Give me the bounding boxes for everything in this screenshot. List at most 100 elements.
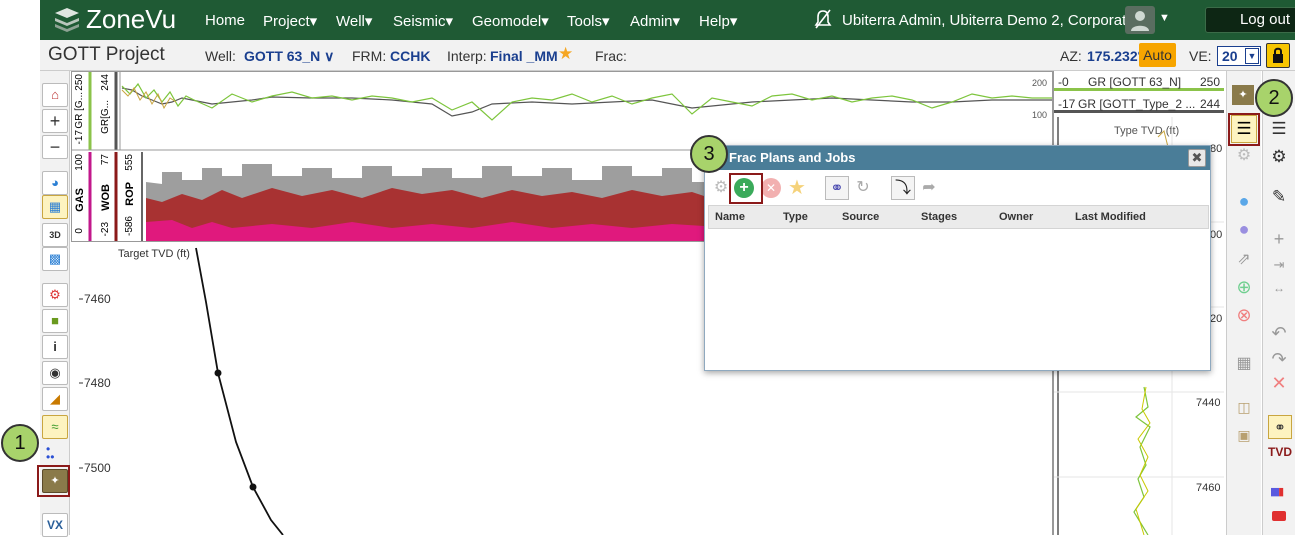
notification-bell-muted-icon[interactable] — [813, 8, 833, 30]
link-icon[interactable]: ⚭ — [1268, 415, 1292, 439]
col-owner[interactable]: Owner — [999, 211, 1033, 223]
color-bars-icon[interactable]: ▮▮▮ — [1270, 485, 1284, 498]
frac-label: Frac: — [595, 48, 627, 64]
frm-value[interactable]: CCHK — [390, 48, 430, 64]
well-label: Well: — [205, 48, 236, 64]
vx-icon[interactable]: VX — [42, 513, 68, 537]
app-logo-text[interactable]: ZoneVu — [86, 4, 176, 35]
home-icon[interactable]: ⌂ — [42, 83, 68, 107]
right-toolbar-secondary: ☰ ⚙ ✎ + ⇥ ↔ ↶ ↷ ✕ ⚭ TVD ▮▮▮ — [1262, 71, 1295, 535]
gr-max-label: 250 — [74, 74, 85, 91]
close-red-icon[interactable]: ✕ — [1266, 373, 1292, 394]
gas-track-label: GAS — [74, 188, 86, 212]
link-frac-icon[interactable]: ⚭ — [825, 176, 849, 200]
avatar[interactable] — [1125, 6, 1155, 34]
col-last-modified[interactable]: Last Modified — [1075, 211, 1146, 223]
favorite-star-icon[interactable]: ★ — [558, 44, 573, 64]
curve-blue-icon[interactable]: ● — [1231, 191, 1257, 212]
gr1-label: GR [GOTT 63_N] — [1088, 75, 1182, 89]
dialog-title[interactable]: Frac Plans and Jobs — [705, 146, 1210, 170]
zoom-out-icon[interactable]: − — [42, 135, 68, 159]
col-type[interactable]: Type — [783, 211, 808, 223]
curve-purple-icon[interactable]: ● — [1231, 219, 1257, 240]
3d-view-icon[interactable]: 3D — [42, 223, 68, 247]
plot-tick-7460: 7460 — [84, 292, 111, 306]
nav-seismic[interactable]: Seismic▾ — [393, 12, 453, 30]
wrench-icon[interactable]: ⚙ — [42, 283, 68, 307]
zonevu-logo-icon[interactable] — [52, 5, 82, 33]
add-green-icon[interactable]: ⊕ — [1231, 277, 1257, 298]
delete-red-icon[interactable]: ⊗ — [1231, 305, 1257, 326]
gr2-max: 244 — [1200, 97, 1221, 111]
split-track-icon[interactable]: ◫ — [1231, 399, 1257, 416]
zoom-in-icon[interactable]: + — [42, 109, 68, 133]
gear-icon[interactable]: ⚙ — [1266, 147, 1292, 167]
nav-admin[interactable]: Admin▾ — [630, 12, 680, 30]
split-icon[interactable]: ⇥ — [1266, 257, 1292, 273]
ve-value: 20 — [1222, 48, 1238, 64]
project-header: GOTT Project Well: GOTT 63_N ∨ FRM: CCHK… — [40, 40, 1295, 71]
well-selector[interactable]: GOTT 63_N ∨ — [244, 48, 334, 65]
nav-help[interactable]: Help▾ — [699, 12, 737, 30]
frac-panel-icon[interactable]: ✦ — [1232, 85, 1254, 105]
nav-project[interactable]: Project▾ — [263, 12, 317, 30]
redo-icon[interactable]: ↷ — [1266, 349, 1292, 370]
export-icon[interactable]: ➦ — [917, 176, 941, 200]
nav-tools[interactable]: Tools▾ — [567, 12, 610, 30]
callout-2: 2 — [1255, 79, 1293, 117]
gr-min-label: -17 — [74, 130, 85, 145]
wob-min-label: -23 — [100, 222, 111, 237]
interp-value[interactable]: Final _MM — [490, 48, 558, 64]
col-source[interactable]: Source — [842, 211, 879, 223]
interp-label: Interp: — [447, 48, 487, 64]
az-label: AZ: — [1060, 48, 1082, 64]
col-name[interactable]: Name — [715, 211, 745, 223]
chevron-down-icon: ▼ — [1245, 48, 1259, 64]
gr-scale-top: 200 — [1032, 78, 1048, 88]
import-icon[interactable]: ⤵ — [891, 176, 915, 200]
az-value: 175.232° — [1087, 48, 1144, 64]
close-icon[interactable]: ✖ — [1188, 149, 1206, 167]
nav-home[interactable]: Home — [205, 12, 245, 29]
user-name: Ubiterra Admin, Ubiterra Demo 2, Corpora… — [842, 12, 1135, 29]
dots-icon[interactable]: • •• — [46, 443, 54, 463]
external-link-icon[interactable]: ⇗ — [1231, 249, 1257, 269]
callout-1: 1 — [1, 424, 39, 462]
gr1-legend: -0 GR [GOTT 63_N] 250 — [1054, 73, 1224, 91]
list-icon[interactable]: ☰ — [1266, 119, 1292, 139]
delete-frac-button[interactable]: ✕ — [761, 178, 781, 198]
refresh-icon[interactable]: ↻ — [851, 176, 875, 200]
settings-gear-icon[interactable]: ⚙ — [1231, 145, 1257, 165]
plot-tick-7500: 7500 — [84, 461, 111, 475]
logout-button[interactable]: Log out — [1205, 7, 1295, 33]
ve-select[interactable]: 20 ▼ — [1217, 46, 1261, 66]
camera-icon[interactable]: ◉ — [42, 361, 68, 385]
red-marker-icon[interactable] — [1272, 511, 1286, 521]
nav-geomodel[interactable]: Geomodel▾ — [472, 12, 549, 30]
compass-icon[interactable]: ◕ — [42, 171, 68, 195]
pencil-icon[interactable]: ✎ — [1266, 187, 1292, 207]
top-nav-bar: ZoneVu Home Project▾ Well▾ Seismic▾ Geom… — [40, 0, 1295, 40]
wob-max-label: 77 — [100, 154, 111, 166]
crossplot-icon[interactable]: ▩ — [42, 247, 68, 271]
table-icon[interactable]: ▦ — [1231, 353, 1257, 373]
ruler-icon[interactable]: ◢ — [42, 387, 68, 411]
gr2-max-label: 244 — [100, 74, 111, 91]
horizon-icon[interactable]: ≈ — [42, 415, 68, 439]
auto-toggle[interactable]: Auto — [1139, 43, 1176, 67]
cube-icon[interactable]: ■ — [42, 309, 68, 333]
lock-icon[interactable] — [1266, 43, 1290, 68]
avatar-dropdown-icon[interactable]: ▼ — [1159, 12, 1170, 24]
plus-icon[interactable]: + — [1266, 229, 1292, 250]
highlight-frac-list — [1228, 113, 1260, 146]
nav-well[interactable]: Well▾ — [336, 12, 372, 30]
favorite-frac-icon[interactable]: ★ — [785, 176, 809, 200]
map-grid-icon[interactable]: ▦ — [42, 195, 68, 219]
col-stages[interactable]: Stages — [921, 211, 957, 223]
expand-icon[interactable]: ↔ — [1266, 281, 1292, 295]
undo-icon[interactable]: ↶ — [1266, 323, 1292, 344]
merge-track-icon[interactable]: ▣ — [1231, 427, 1257, 444]
info-icon[interactable]: i — [42, 335, 68, 359]
tvd-button[interactable]: TVD — [1268, 445, 1292, 459]
wob-track-label: WOB — [100, 184, 112, 211]
